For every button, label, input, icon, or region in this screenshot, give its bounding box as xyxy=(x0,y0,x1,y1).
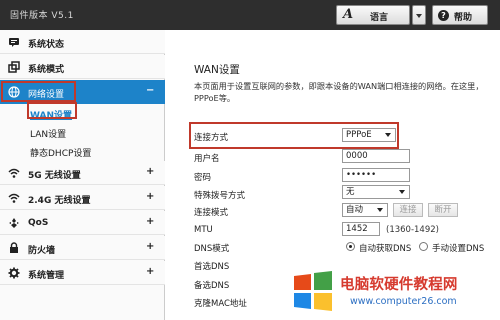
sidebar-item-label: QoS xyxy=(28,218,49,228)
username-input[interactable]: 0000 xyxy=(342,149,410,163)
sidebar-item-system-mode[interactable]: 系统模式 xyxy=(0,55,165,79)
disconnect-button[interactable]: 断开 xyxy=(428,203,458,217)
firmware-version: 固件版本 V5.1 xyxy=(10,11,74,21)
mode-icon xyxy=(8,61,20,73)
gear-icon xyxy=(8,267,20,279)
connect-mode-value: 自动 xyxy=(346,205,364,215)
collapse-icon[interactable]: − xyxy=(146,85,154,96)
sidebar-item-system-status[interactable]: 系统状态 xyxy=(0,30,165,54)
expand-icon[interactable]: + xyxy=(146,241,154,252)
username-label: 用户名 xyxy=(194,154,220,164)
expand-icon[interactable]: + xyxy=(146,216,154,227)
wifi-icon xyxy=(8,192,20,204)
sidebar-subitem-label: WAN设置 xyxy=(30,111,73,121)
secondary-dns-label: 备选DNS xyxy=(194,281,230,291)
top-bar: 固件版本 V5.1 A 语言 ? 帮助 xyxy=(0,0,500,30)
connection-type-label: 连接方式 xyxy=(194,133,229,143)
help-button[interactable]: ? 帮助 xyxy=(432,5,488,25)
globe-icon xyxy=(8,86,20,98)
password-input[interactable]: •••••• xyxy=(342,168,410,182)
sidebar-subitem-label: 静态DHCP设置 xyxy=(30,149,92,159)
sidebar-item-label: 防火墙 xyxy=(28,246,56,256)
sidebar-subitem-wan[interactable]: WAN设置 xyxy=(0,104,165,123)
sidebar-subitem-lan[interactable]: LAN设置 xyxy=(0,123,165,142)
dns-manual-radio[interactable] xyxy=(419,242,428,251)
connection-type-value: PPPoE xyxy=(346,130,372,140)
mtu-label: MTU xyxy=(194,225,213,235)
watermark-logo xyxy=(294,271,332,311)
wifi-icon xyxy=(8,167,20,179)
mtu-range-hint: (1360-1492) xyxy=(386,225,439,235)
dial-mode-label: 特殊拨号方式 xyxy=(194,191,246,201)
watermark-text: 电脑软硬件教程网 xyxy=(340,277,458,293)
qos-icon xyxy=(8,217,20,229)
connection-type-select[interactable]: PPPoE xyxy=(342,128,396,142)
watermark-url: www.computer26.com xyxy=(350,296,457,307)
password-label: 密码 xyxy=(194,173,212,183)
sidebar-item-24g-wireless[interactable]: 2.4G 无线设置 + xyxy=(0,186,165,210)
language-button[interactable]: A 语言 xyxy=(336,5,410,25)
language-icon: A xyxy=(343,7,354,22)
clone-mac-label: 克隆MAC地址 xyxy=(194,299,247,309)
sidebar-item-firewall[interactable]: 防火墙 + xyxy=(0,236,165,260)
expand-icon[interactable]: + xyxy=(146,191,154,202)
chevron-down-icon xyxy=(377,208,383,212)
sidebar-item-label: 系统管理 xyxy=(28,271,65,281)
lock-icon xyxy=(8,242,20,254)
status-icon xyxy=(8,36,20,48)
dial-mode-select[interactable]: 无 xyxy=(342,185,410,199)
sidebar-item-5g-wireless[interactable]: 5G 无线设置 + xyxy=(0,161,165,185)
sidebar: 系统状态 系统模式 网络设置 − WAN设置 LAN设置 静态DHCP设置 5G… xyxy=(0,30,165,320)
sidebar-item-network-settings[interactable]: 网络设置 − xyxy=(0,80,165,104)
language-dropdown-chevron-icon[interactable] xyxy=(412,5,426,25)
sidebar-subitem-static-dhcp[interactable]: 静态DHCP设置 xyxy=(0,142,165,161)
page-title: WAN设置 xyxy=(194,64,240,76)
sidebar-item-label: 5G 无线设置 xyxy=(28,171,81,181)
expand-icon[interactable]: + xyxy=(146,266,154,277)
dns-auto-label: 自动获取DNS xyxy=(359,244,412,254)
primary-dns-label: 首选DNS xyxy=(194,262,230,272)
sidebar-subitem-label: LAN设置 xyxy=(30,130,67,140)
page-description-continued: PPPoE等。 xyxy=(194,93,236,103)
dns-auto-radio[interactable] xyxy=(346,242,355,251)
chevron-down-icon xyxy=(385,133,391,137)
dial-mode-value: 无 xyxy=(346,187,355,197)
connect-button[interactable]: 连接 xyxy=(393,203,423,217)
sidebar-item-label: 网络设置 xyxy=(28,90,65,100)
dns-manual-label: 手动设置DNS xyxy=(432,244,485,254)
connect-mode-label: 连接模式 xyxy=(194,208,229,218)
mtu-input[interactable]: 1452 xyxy=(342,222,380,236)
connect-mode-select[interactable]: 自动 xyxy=(342,203,388,217)
sidebar-item-label: 系统模式 xyxy=(28,65,65,75)
sidebar-item-label: 2.4G 无线设置 xyxy=(28,196,91,206)
language-label: 语言 xyxy=(370,13,389,23)
sidebar-item-qos[interactable]: QoS + xyxy=(0,211,165,235)
expand-icon[interactable]: + xyxy=(146,166,154,177)
chevron-down-icon xyxy=(399,190,405,194)
sidebar-item-label: 系统状态 xyxy=(28,40,65,50)
dns-mode-label: DNS模式 xyxy=(194,244,230,254)
help-label: 帮助 xyxy=(454,13,473,23)
help-icon: ? xyxy=(438,10,449,21)
sidebar-item-system-management[interactable]: 系统管理 + xyxy=(0,261,165,285)
page-description: 本页面用于设置互联网的参数，即跟本设备的WAN端口相连接的网络。在这里， xyxy=(194,81,484,91)
